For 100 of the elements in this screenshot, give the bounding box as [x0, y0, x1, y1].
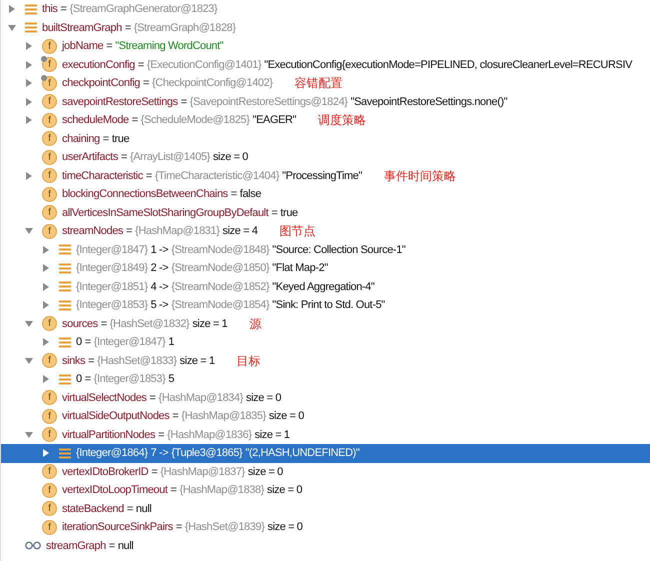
expanded-arrow-icon[interactable]	[24, 318, 34, 329]
variable-value: 5	[168, 372, 174, 387]
field-icon: f	[42, 316, 57, 332]
equals-sign: =	[230, 187, 237, 202]
object-reference: {Integer@1847}	[94, 335, 166, 350]
list-icon	[59, 336, 71, 348]
collapsed-arrow-icon[interactable]	[41, 263, 51, 274]
collapsed-arrow-icon[interactable]	[24, 115, 34, 126]
variable-value: size = 0	[246, 390, 282, 406]
variable-name: streamGraph	[46, 538, 106, 554]
list-icon	[59, 281, 71, 292]
variable-value: 0	[76, 372, 82, 387]
variable-value: 7 ->	[150, 446, 168, 461]
glasses-icon	[25, 541, 41, 550]
object-reference: {ArrayList@1405}	[130, 150, 210, 165]
expanded-arrow-icon[interactable]	[24, 356, 34, 366]
annotation-note: 图节点	[280, 223, 316, 240]
variable-value: size = 0	[212, 150, 248, 165]
tree-row[interactable]: streamGraph = null	[1, 536, 650, 555]
string-value: "Streaming WordCount"	[115, 39, 224, 54]
object-reference: {Integer@1847}	[76, 242, 148, 258]
tree-row[interactable]: f timeCharacteristic = {TimeCharacteristic@1404} "ProcessingTime" 事件时间策略	[1, 166, 650, 185]
tree-row[interactable]: f virtualPartitionNodes = {HashMap@1836} size = 1	[1, 426, 650, 444]
tree-row[interactable]: f sources = {HashSet@1832} size = 1 源	[1, 314, 650, 333]
expanded-arrow-icon[interactable]	[7, 22, 17, 33]
variable-value: 1	[168, 335, 174, 350]
tree-row[interactable]: {Integer@1864} 7 -> {Tuple3@1865} "(2,HASH,UNDEFINED)"	[1, 444, 650, 462]
collapsed-arrow-icon[interactable]	[24, 96, 34, 107]
equals-sign: =	[146, 168, 152, 184]
tree-row[interactable]: this = {StreamGraphGenerator@1823}	[1, 0, 650, 18]
tree-row[interactable]: f vertexIDtoBrokerID = {HashMap@1837} size = 0	[1, 462, 650, 481]
tree-row[interactable]: f checkpointConfig = {CheckpointConfig@1402} 容错配置	[1, 74, 650, 92]
list-icon	[59, 300, 71, 311]
tree-row[interactable]: f blockingConnectionsBetweenChains = false	[1, 185, 650, 204]
tree-row[interactable]: f savepointRestoreSettings = {SavepointRestoreSettings@1824} "SavepointRestoreSettings.none()"	[1, 92, 650, 111]
collapsed-arrow-icon[interactable]	[41, 282, 51, 292]
collapsed-arrow-icon[interactable]	[41, 337, 51, 348]
tree-row[interactable]: builtStreamGraph = {StreamGraph@1828}	[1, 18, 650, 37]
tree-row[interactable]: {Integer@1847} 1 -> {StreamNode@1848} "Source: Collection Source-1"	[1, 240, 650, 259]
object-reference: {Integer@1849}	[76, 261, 148, 276]
tree-row[interactable]: f chaining = true	[1, 130, 650, 148]
field-icon: f	[42, 186, 57, 202]
equals-sign: =	[132, 113, 138, 128]
variable-value: "SavepointRestoreSettings.none()"	[350, 94, 508, 110]
tree-row[interactable]: f virtualSelectNodes = {HashMap@1834} size = 0	[1, 388, 650, 407]
variable-name: scheduleMode	[62, 113, 129, 128]
tree-row[interactable]: 0 = {Integer@1853} 5	[1, 370, 650, 388]
object-reference: {StreamGraphGenerator@1823}	[70, 2, 218, 17]
collapsed-arrow-icon[interactable]	[7, 4, 17, 14]
tree-row[interactable]: {Integer@1851} 4 -> {StreamNode@1852} "Keyed Aggregation-4"	[1, 278, 650, 296]
tree-row[interactable]: f streamNodes = {HashMap@1831} size = 4 图节点	[1, 222, 650, 240]
variable-name: sinks	[62, 354, 86, 368]
field-icon: f	[42, 38, 57, 54]
tree-row[interactable]: {Integer@1849} 2 -> {StreamNode@1850} "Flat Map-2"	[1, 259, 650, 278]
equals-sign: =	[124, 20, 131, 36]
collapsed-arrow-icon[interactable]	[24, 170, 34, 181]
variable-name: sources	[62, 316, 98, 332]
field-icon: f	[42, 150, 57, 165]
equals-sign: =	[138, 58, 144, 72]
variable-value: 4 ->	[150, 280, 168, 294]
tree-row[interactable]: f executionConfig = {ExecutionConfig@1401} "ExecutionConfig{executionMode=PIPELINED, closureCleanerLevel=RECURSIV	[1, 56, 650, 74]
tree-row[interactable]: f vertexIDtoLoopTimeout = {HashMap@1838} size = 0	[1, 481, 650, 500]
equals-sign: =	[106, 39, 112, 54]
object-reference: {Integer@1853}	[94, 372, 166, 387]
equals-sign: =	[126, 224, 132, 239]
field-icon: f	[42, 427, 57, 442]
expanded-arrow-icon[interactable]	[24, 430, 34, 440]
equals-sign: =	[102, 132, 109, 146]
field-icon: f	[42, 390, 57, 406]
object-reference: {HashMap@1837}	[160, 464, 245, 480]
tree-row[interactable]: f stateBackend = null	[1, 500, 650, 518]
collapsed-arrow-icon[interactable]	[24, 78, 34, 88]
collapsed-arrow-icon[interactable]	[41, 448, 51, 458]
collapsed-arrow-icon[interactable]	[41, 374, 51, 384]
tree-row[interactable]: f iterationSourceSinkPairs = {HashSet@1839} size = 0	[1, 518, 650, 536]
field-icon: f	[42, 408, 57, 424]
tree-row[interactable]: f virtualSideOutputNodes = {HashMap@1835} size = 0	[1, 407, 650, 426]
expanded-arrow-icon[interactable]	[24, 226, 34, 236]
tree-row[interactable]: f jobName = "Streaming WordCount"	[1, 37, 650, 56]
tree-row[interactable]: f allVerticesInSameSlotSharingGroupByDefault = true	[1, 204, 650, 222]
variable-name: iterationSourceSinkPairs	[62, 520, 173, 535]
collapsed-arrow-icon[interactable]	[24, 60, 34, 70]
annotation-note: 源	[249, 316, 262, 333]
tree-row[interactable]: f sinks = {HashSet@1833} size = 1 目标	[1, 352, 650, 370]
tree-row[interactable]: f userArtifacts = {ArrayList@1405} size = 0	[1, 148, 650, 166]
collapsed-arrow-icon[interactable]	[24, 41, 34, 52]
tree-row[interactable]: f scheduleMode = {ScheduleMode@1825} "EAGER" 调度策略	[1, 111, 650, 130]
variable-value: size = 4	[222, 224, 258, 239]
tree-row[interactable]: 0 = {Integer@1847} 1	[1, 333, 650, 352]
annotation-note: 调度策略	[318, 112, 366, 130]
equals-sign: =	[271, 206, 278, 220]
object-reference: {Tuple3@1865}	[171, 446, 242, 461]
object-reference: {HashMap@1831}	[135, 224, 220, 239]
equals-sign: =	[158, 428, 164, 442]
collapsed-arrow-icon[interactable]	[41, 244, 51, 255]
field-icon: f	[42, 353, 57, 368]
variable-value: "(2,HASH,UNDEFINED)"	[245, 446, 360, 461]
object-reference: {HashSet@1832}	[110, 316, 190, 332]
collapsed-arrow-icon[interactable]	[41, 300, 51, 310]
tree-row[interactable]: {Integer@1853} 5 -> {StreamNode@1854} "Sink: Print to Std. Out-5"	[1, 296, 650, 314]
